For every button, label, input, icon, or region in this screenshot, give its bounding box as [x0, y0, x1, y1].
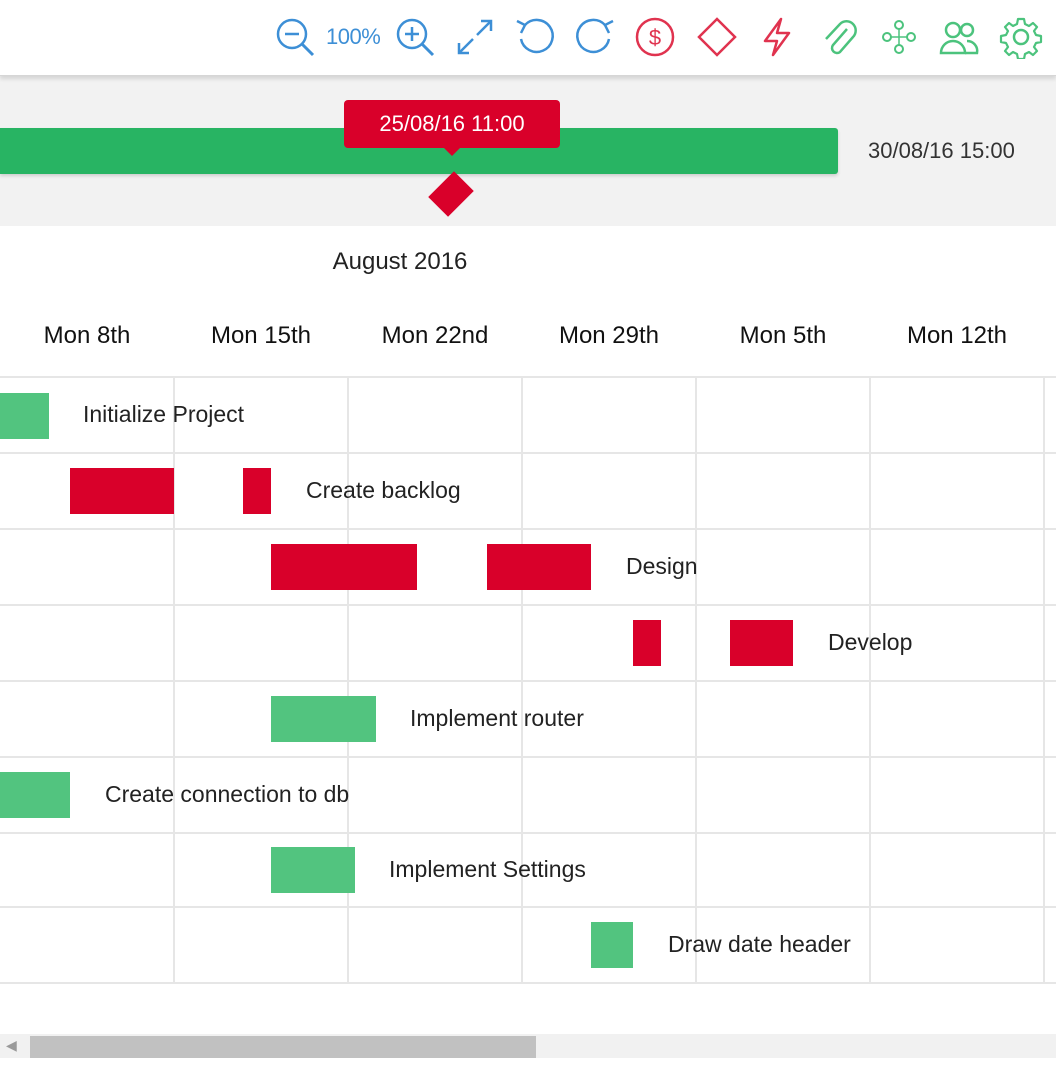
- task-bar[interactable]: [243, 468, 271, 514]
- task-bar[interactable]: [633, 620, 661, 666]
- week-label: Mon 29th: [558, 322, 660, 349]
- month-label: August 2016: [332, 248, 468, 275]
- timeline-end-date: 30/08/16 15:00: [868, 138, 1015, 163]
- undo-icon[interactable]: [512, 14, 558, 60]
- users-icon[interactable]: [936, 14, 982, 60]
- column-divider: [521, 376, 523, 984]
- task-bar[interactable]: [730, 620, 793, 666]
- column-divider: [695, 376, 697, 984]
- task-bar[interactable]: [591, 922, 633, 968]
- task-bar[interactable]: [271, 544, 417, 590]
- row-divider: [0, 906, 1056, 908]
- diamond-icon[interactable]: [694, 14, 740, 60]
- row-divider: [0, 452, 1056, 454]
- svg-text:$: $: [649, 25, 661, 50]
- redo-icon[interactable]: [572, 14, 618, 60]
- current-date-badge: 25/08/16 11:00: [344, 100, 560, 156]
- task-bar[interactable]: [0, 393, 49, 439]
- task-bar[interactable]: [0, 772, 70, 818]
- row-divider: [0, 982, 1056, 984]
- scroll-left-arrow-icon[interactable]: ◀: [6, 1037, 17, 1054]
- task-bar[interactable]: [271, 696, 376, 742]
- task-label: Implement router: [410, 705, 584, 731]
- gear-icon[interactable]: [998, 14, 1044, 60]
- dollar-icon[interactable]: $: [632, 14, 678, 60]
- week-label: Mon 15th: [210, 322, 312, 349]
- row-divider: [0, 604, 1056, 606]
- row-divider: [0, 680, 1056, 682]
- toolbar: 100% $: [0, 0, 1056, 76]
- zoom-out-icon[interactable]: [272, 14, 318, 60]
- task-bar[interactable]: [70, 468, 174, 514]
- timeline-slider[interactable]: 25/08/16 11:00 30/08/16 15:00: [0, 76, 1056, 226]
- task-label: Initialize Project: [83, 401, 245, 427]
- resource-icon[interactable]: [876, 14, 922, 60]
- lightning-icon[interactable]: [754, 14, 800, 60]
- current-date-marker[interactable]: [428, 171, 474, 217]
- fullscreen-icon[interactable]: [452, 14, 498, 60]
- task-label: Create connection to db: [105, 781, 350, 807]
- week-label: Mon 22nd: [381, 322, 489, 349]
- week-label: Mon 12th: [906, 322, 1008, 349]
- week-label: Mon 5th: [739, 322, 827, 349]
- week-label: Mon 8th: [43, 322, 131, 349]
- row-divider: [0, 832, 1056, 834]
- task-label: Implement Settings: [389, 856, 586, 882]
- row-divider: [0, 376, 1056, 378]
- column-divider: [1043, 376, 1045, 984]
- row-divider: [0, 756, 1056, 758]
- scrollbar-thumb[interactable]: [30, 1036, 536, 1058]
- task-label: Develop: [828, 629, 913, 655]
- task-label: Draw date header: [668, 931, 851, 957]
- task-label: Create backlog: [306, 477, 461, 503]
- zoom-level: 100%: [326, 24, 381, 49]
- task-bar[interactable]: [487, 544, 591, 590]
- zoom-in-icon[interactable]: [392, 14, 438, 60]
- task-bar[interactable]: [271, 847, 355, 893]
- task-label: Design: [626, 553, 698, 579]
- paperclip-icon[interactable]: [816, 14, 862, 60]
- column-divider: [869, 376, 871, 984]
- horizontal-scrollbar[interactable]: ◀: [0, 1034, 1056, 1058]
- row-divider: [0, 528, 1056, 530]
- gantt-grid: Initialize Project Create backlog Design…: [0, 376, 1056, 984]
